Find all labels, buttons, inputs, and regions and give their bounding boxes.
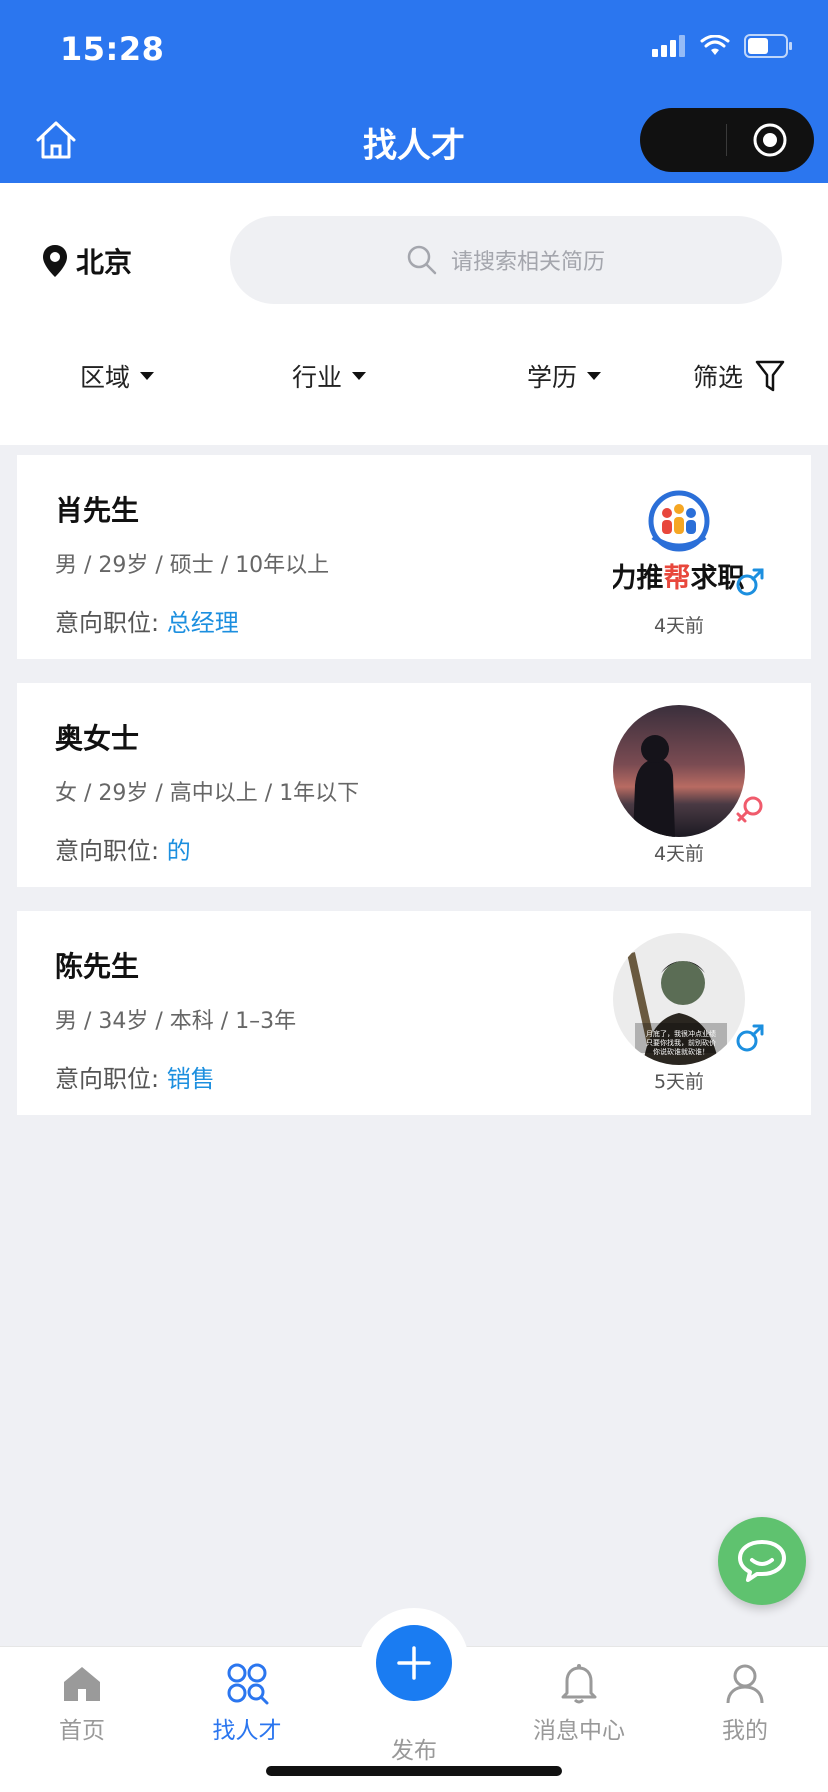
avatar-photo: 月底了，我很冲点业绩 只要你找我，前别砍价 你说砍谁就砍谁！ bbox=[613, 933, 745, 1065]
avatar-photo bbox=[613, 705, 745, 837]
svg-text:你说砍谁就砍谁！: 你说砍谁就砍谁！ bbox=[653, 1047, 709, 1056]
tab-publish-label-wrap[interactable]: 发布 bbox=[349, 1731, 479, 1765]
chat-bubble-icon bbox=[738, 1540, 786, 1582]
talent-grid-icon bbox=[227, 1663, 269, 1705]
candidate-info: 男 / 29岁 / 硕士 / 10年以上 bbox=[55, 553, 330, 578]
tab-messages-label: 消息中心 bbox=[533, 1718, 625, 1744]
bell-icon bbox=[561, 1664, 597, 1704]
candidate-card[interactable]: 奥女士 女 / 29岁 / 高中以上 / 1年以下 意向职位: 的 4天前 bbox=[17, 683, 811, 887]
candidate-info: 男 / 34岁 / 本科 / 1–3年 bbox=[55, 1009, 297, 1034]
male-icon bbox=[736, 568, 764, 596]
intent-position: 的 bbox=[166, 837, 191, 865]
intent-label: 意向职位: bbox=[55, 1065, 160, 1093]
candidate-info: 女 / 29岁 / 高中以上 / 1年以下 bbox=[55, 781, 360, 806]
svg-text:只要你找我，前别砍价: 只要你找我，前别砍价 bbox=[646, 1038, 716, 1047]
company-logo: 力推帮求职 bbox=[613, 490, 745, 594]
status-time: 15:28 bbox=[60, 30, 165, 68]
filter-region[interactable]: 区域 bbox=[80, 358, 155, 394]
tab-messages[interactable]: 消息中心 bbox=[514, 1661, 644, 1745]
candidate-name: 陈先生 bbox=[55, 950, 140, 983]
candidate-name: 奥女士 bbox=[55, 722, 140, 755]
intent-label: 意向职位: bbox=[55, 609, 160, 637]
filter-education-label: 学历 bbox=[527, 363, 578, 392]
publish-button[interactable] bbox=[376, 1625, 452, 1701]
location-pin-icon bbox=[43, 245, 67, 277]
avatar bbox=[613, 705, 745, 837]
filter-more-label: 筛选 bbox=[693, 363, 744, 392]
home-indicator bbox=[266, 1766, 562, 1776]
avatar: 月底了，我很冲点业绩 只要你找我，前别砍价 你说砍谁就砍谁！ bbox=[613, 933, 745, 1065]
candidate-intent: 意向职位: 的 bbox=[55, 831, 191, 866]
tab-publish-label: 发布 bbox=[391, 1738, 437, 1764]
intent-label: 意向职位: bbox=[55, 837, 160, 865]
capsule-divider bbox=[726, 124, 727, 156]
filter-more[interactable]: 筛选 bbox=[693, 358, 785, 394]
filter-industry-label: 行业 bbox=[292, 363, 343, 392]
avatar: 力推帮求职 bbox=[613, 477, 745, 609]
posted-time: 4天前 bbox=[653, 843, 705, 865]
search-input[interactable]: 请搜索相关简历 bbox=[230, 216, 782, 304]
posted-time: 5天前 bbox=[653, 1071, 705, 1093]
intent-position: 销售 bbox=[166, 1065, 215, 1093]
city-label: 北京 bbox=[76, 246, 133, 279]
filter-education[interactable]: 学历 bbox=[527, 358, 602, 394]
svg-text:月底了，我很冲点业绩: 月底了，我很冲点业绩 bbox=[646, 1029, 716, 1038]
search-placeholder: 请搜索相关简历 bbox=[450, 250, 605, 275]
mini-program-capsule[interactable] bbox=[640, 108, 814, 172]
top-header: 15:28 找人才 bbox=[0, 0, 828, 183]
svg-text:力推帮求职: 力推帮求职 bbox=[613, 563, 745, 594]
close-target-icon[interactable] bbox=[752, 122, 788, 158]
search-area: 北京 请搜索相关简历 区域 行业 学历 筛选 bbox=[0, 183, 828, 445]
male-icon bbox=[736, 1024, 764, 1052]
home-icon bbox=[64, 1667, 100, 1701]
funnel-icon bbox=[755, 360, 785, 392]
candidate-intent: 意向职位: 销售 bbox=[55, 1059, 215, 1094]
female-icon bbox=[736, 796, 763, 823]
candidate-name: 肖先生 bbox=[55, 494, 140, 527]
filter-region-label: 区域 bbox=[80, 363, 131, 392]
user-icon bbox=[726, 1664, 764, 1704]
posted-time: 4天前 bbox=[653, 615, 705, 637]
tab-home[interactable]: 首页 bbox=[17, 1661, 147, 1745]
tab-mine[interactable]: 我的 bbox=[680, 1661, 810, 1745]
caret-down-icon bbox=[140, 372, 155, 380]
candidate-card[interactable]: 肖先生 男 / 29岁 / 硕士 / 10年以上 意向职位: 总经理 力推帮求职… bbox=[17, 455, 811, 659]
tab-home-label: 首页 bbox=[59, 1718, 105, 1744]
chat-float-button[interactable] bbox=[718, 1517, 806, 1605]
tab-talent-label: 找人才 bbox=[212, 1718, 282, 1744]
filter-bar: 区域 行业 学历 筛选 bbox=[0, 348, 828, 408]
candidate-intent: 意向职位: 总经理 bbox=[55, 603, 239, 638]
candidate-card[interactable]: 陈先生 男 / 34岁 / 本科 / 1–3年 意向职位: 销售 月底了，我很冲… bbox=[17, 911, 811, 1115]
filter-industry[interactable]: 行业 bbox=[292, 358, 367, 394]
tab-mine-label: 我的 bbox=[722, 1718, 768, 1744]
tab-talent[interactable]: 找人才 bbox=[182, 1661, 312, 1745]
search-icon bbox=[407, 245, 437, 275]
status-icons bbox=[652, 34, 794, 58]
battery-icon bbox=[744, 34, 792, 58]
caret-down-icon bbox=[352, 372, 367, 380]
signal-icon bbox=[652, 35, 685, 57]
plus-icon bbox=[397, 1646, 431, 1680]
caret-down-icon bbox=[587, 372, 602, 380]
intent-position: 总经理 bbox=[166, 609, 239, 637]
city-selector[interactable]: 北京 bbox=[42, 241, 132, 281]
wifi-icon bbox=[700, 35, 730, 55]
